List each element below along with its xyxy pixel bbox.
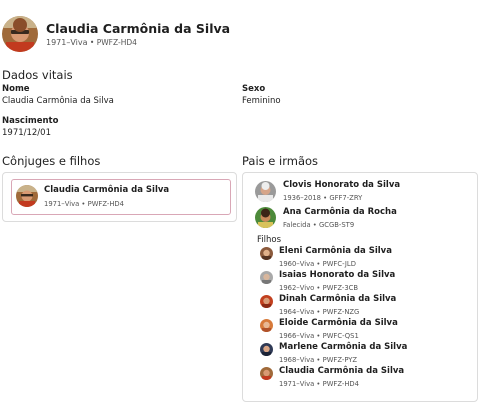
sex-label: Sexo: [242, 84, 266, 94]
mother-name[interactable]: Ana Carmônia da Rocha: [283, 207, 397, 217]
child-name[interactable]: Dinah Carmônia da Silva: [279, 294, 396, 304]
mother-meta: Falecida • GCGB-ST9: [283, 221, 355, 229]
spouses-section-title: Cônjuges e filhos: [2, 154, 101, 168]
child-name[interactable]: Marlene Carmônia da Silva: [279, 342, 407, 352]
child-meta: 1968–Viva • PWFZ-PYZ: [279, 356, 358, 364]
separator-dot: •: [89, 38, 95, 47]
person-lifespan-id: 1971–Viva • PWFZ-HD4: [46, 38, 137, 47]
father-avatar: [255, 181, 276, 202]
birth-label: Nascimento: [2, 116, 59, 126]
child-meta: 1962–Vivo • PWFZ-3CB: [279, 284, 359, 292]
children-label: Filhos: [257, 235, 282, 245]
child-avatar: [260, 367, 273, 380]
child-avatar: [260, 271, 273, 284]
child-avatar: [260, 247, 273, 260]
vitals-section-title: Dados vitais: [2, 68, 73, 82]
spouse-meta: 1971–Viva • PWFZ-HD4: [44, 200, 124, 208]
child-name[interactable]: Claudia Carmônia da Silva: [279, 366, 404, 376]
name-value: Claudia Carmônia da Silva: [2, 96, 114, 106]
child-meta: 1971–Viva • PWFZ-HD4: [279, 380, 359, 388]
child-name[interactable]: Eloide Carmônia da Silva: [279, 318, 398, 328]
person-id-text: PWFZ-HD4: [96, 38, 137, 47]
name-label: Nome: [2, 84, 30, 94]
parents-section-title: Pais e irmãos: [242, 154, 319, 168]
person-avatar: [2, 16, 38, 52]
lifespan-text: 1971–Viva: [46, 38, 88, 47]
child-avatar: [260, 295, 273, 308]
father-meta: 1936–2018 • GFF7-ZRY: [283, 194, 363, 202]
person-name-title: Claudia Carmônia da Silva: [46, 21, 231, 36]
father-name[interactable]: Clovis Honorato da Silva: [283, 180, 400, 190]
spouse-name[interactable]: Claudia Carmônia da Silva: [44, 185, 169, 195]
mother-avatar: [255, 207, 276, 228]
spouse-person-card[interactable]: Claudia Carmônia da Silva 1971–Viva • PW…: [11, 179, 231, 215]
child-meta: 1964–Viva • PWFZ-NZG: [279, 308, 360, 316]
child-meta: 1966–Viva • PWFC-QS1: [279, 332, 359, 340]
child-name[interactable]: Eleni Carmônia da Silva: [279, 246, 392, 256]
parents-card: Clovis Honorato da Silva 1936–2018 • GFF…: [242, 172, 478, 402]
spouses-card: Claudia Carmônia da Silva 1971–Viva • PW…: [2, 172, 237, 222]
child-avatar: [260, 343, 273, 356]
sex-value: Feminino: [242, 96, 281, 106]
birth-value: 1971/12/01: [2, 128, 51, 138]
child-meta: 1960–Viva • PWFC-JLD: [279, 260, 356, 268]
child-avatar: [260, 319, 273, 332]
child-name[interactable]: Isaias Honorato da Silva: [279, 270, 395, 280]
spouse-avatar: [16, 185, 38, 207]
